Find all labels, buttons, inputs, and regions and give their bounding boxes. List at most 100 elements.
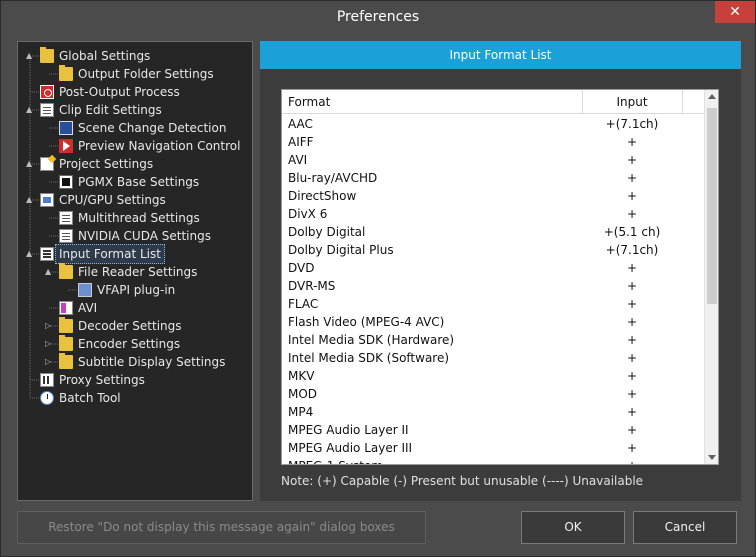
tree-item[interactable]: AVI [59, 299, 97, 317]
table-row[interactable]: Flash Video (MPEG-4 AVC) + [282, 313, 706, 331]
table-row[interactable]: DVR-MS + [282, 277, 706, 295]
format-cell: MPEG Audio Layer III [288, 441, 413, 455]
format-cell: Blu-ray/AVCHD [288, 171, 378, 185]
format-cell: AVI [288, 153, 308, 167]
tree-item[interactable]: File Reader Settings [59, 263, 197, 281]
format-cell: MPEG Audio Layer II [288, 423, 409, 437]
table-row[interactable]: Blu-ray/AVCHD + [282, 169, 706, 187]
restore-dialogs-button[interactable]: Restore "Do not display this message aga… [17, 511, 426, 544]
format-cell: FLAC [288, 297, 319, 311]
expand-toggle-icon[interactable]: ▷ [45, 358, 53, 366]
tree-item[interactable]: VFAPI plug-in [78, 281, 175, 299]
table-row[interactable]: DirectShow + [282, 187, 706, 205]
tree-item[interactable]: NVIDIA CUDA Settings [59, 227, 211, 245]
format-cell: Flash Video (MPEG-4 AVC) [288, 315, 445, 329]
input-cell: + [626, 171, 638, 185]
tree-item[interactable]: PGMX Base Settings [59, 173, 199, 191]
table-row[interactable]: Dolby Digital Plus +(7.1ch) [282, 241, 706, 259]
tree-item-label: Output Folder Settings [78, 67, 214, 81]
tree-item-label: Multithread Settings [78, 211, 200, 225]
settings-tree[interactable]: Global Settings ▲ Output Folder Settings Po… [17, 41, 253, 501]
expand-toggle-icon[interactable]: ▷ [45, 340, 53, 348]
tree-item[interactable]: Decoder Settings [59, 317, 182, 335]
tree-item[interactable]: Project Settings [40, 155, 153, 173]
tree-item[interactable]: Proxy Settings [40, 371, 145, 389]
table-row[interactable]: DivX 6 + [282, 205, 706, 223]
tree-item-label: Decoder Settings [78, 319, 182, 333]
folder-icon [59, 263, 73, 279]
folder-icon [59, 353, 73, 369]
table-row[interactable]: DVD + [282, 259, 706, 277]
format-cell: MKV [288, 369, 315, 383]
input-cell: +(5.1 ch) [603, 225, 661, 239]
input-cell: + [626, 405, 638, 419]
vertical-scrollbar[interactable] [704, 90, 718, 464]
table-row[interactable]: MPEG Audio Layer II + [282, 421, 706, 439]
folder-icon [59, 335, 73, 351]
tree-item[interactable]: Preview Navigation Control [59, 137, 240, 155]
expand-toggle-icon[interactable]: ▲ [26, 52, 34, 60]
table-row[interactable]: Intel Media SDK (Hardware) + [282, 331, 706, 349]
tree-item[interactable]: CPU/GPU Settings [40, 191, 166, 209]
tree-item[interactable]: Scene Change Detection [59, 119, 226, 137]
table-row[interactable]: MOD + [282, 385, 706, 403]
expand-toggle-icon[interactable]: ▷ [45, 322, 53, 330]
ok-button[interactable]: OK [521, 511, 625, 544]
document-icon [59, 211, 73, 225]
expand-toggle-icon[interactable]: ▲ [45, 268, 53, 276]
list-icon [40, 247, 54, 261]
input-cell: + [626, 387, 638, 401]
table-row[interactable]: Dolby Digital +(5.1 ch) [282, 223, 706, 241]
table-row[interactable]: MKV + [282, 367, 706, 385]
tree-item[interactable]: Encoder Settings [59, 335, 180, 353]
input-cell: + [626, 297, 638, 311]
tree-item-label: Subtitle Display Settings [78, 355, 226, 369]
scroll-down-arrow-icon[interactable] [708, 455, 716, 460]
expand-toggle-icon[interactable]: ▲ [26, 250, 34, 258]
input-cell: + [626, 423, 638, 437]
document-icon [40, 103, 54, 117]
format-cell: MPEG-1 System [288, 457, 578, 464]
tree-item[interactable]: Clip Edit Settings [40, 101, 162, 119]
input-cell: + [626, 207, 638, 221]
expand-toggle-icon[interactable]: ▲ [26, 106, 34, 114]
tree-item[interactable]: Input Format List [40, 244, 165, 264]
table-row[interactable]: MPEG Audio Layer III + [282, 439, 706, 457]
table-row[interactable]: AAC +(7.1ch) [282, 115, 706, 133]
column-header-format[interactable]: Format [288, 90, 578, 114]
format-cell: Dolby Digital Plus [288, 243, 394, 257]
tree-item[interactable]: Output Folder Settings [59, 65, 214, 83]
table-body: AAC +(7.1ch) AIFF + AVI + Blu-ray/AVCHD + Direct… [282, 115, 706, 464]
tree-item[interactable]: Subtitle Display Settings [59, 353, 225, 371]
cancel-button[interactable]: Cancel [633, 511, 737, 544]
tree-item-label: Encoder Settings [78, 337, 181, 351]
column-header-input[interactable]: Input [582, 90, 682, 114]
format-cell: AAC [288, 117, 313, 131]
format-table[interactable]: Format Input AAC +(7.1ch) AIFF + AVI + Blu-ray… [281, 89, 719, 465]
close-button[interactable]: ✕ [715, 1, 755, 23]
tree-item-label: Preview Navigation Control [78, 139, 241, 153]
scroll-up-arrow-icon[interactable] [708, 94, 716, 99]
table-row[interactable]: MPEG-1 System + [282, 457, 706, 464]
input-cell: + [626, 315, 638, 329]
preferences-window: Preferences ✕ Global Settings ▲ Output Fol… [0, 0, 756, 557]
table-row[interactable]: AVI + [282, 151, 706, 169]
tree-item[interactable]: Global Settings [40, 47, 150, 65]
tree-item-label: Batch Tool [59, 391, 121, 405]
table-row[interactable]: AIFF + [282, 133, 706, 151]
expand-toggle-icon[interactable]: ▲ [26, 196, 34, 204]
scroll-thumb[interactable] [707, 108, 717, 304]
expand-toggle-icon[interactable]: ▲ [26, 160, 34, 168]
table-row[interactable]: FLAC + [282, 295, 706, 313]
table-row[interactable]: Intel Media SDK (Software) + [282, 349, 706, 367]
table-row[interactable]: MP4 + [282, 403, 706, 421]
tree-item[interactable]: Batch Tool [40, 389, 121, 407]
format-cell: Dolby Digital [288, 225, 366, 239]
input-cell: + [626, 189, 638, 203]
tree-item[interactable]: Post-Output Process [40, 83, 180, 101]
panel-header-title: Input Format List [449, 48, 552, 62]
input-cell: +(7.1ch) [605, 117, 659, 131]
tree-item[interactable]: Multithread Settings [59, 209, 200, 227]
title-bar: Preferences ✕ [1, 1, 755, 33]
tree-item-label: Project Settings [59, 157, 154, 171]
